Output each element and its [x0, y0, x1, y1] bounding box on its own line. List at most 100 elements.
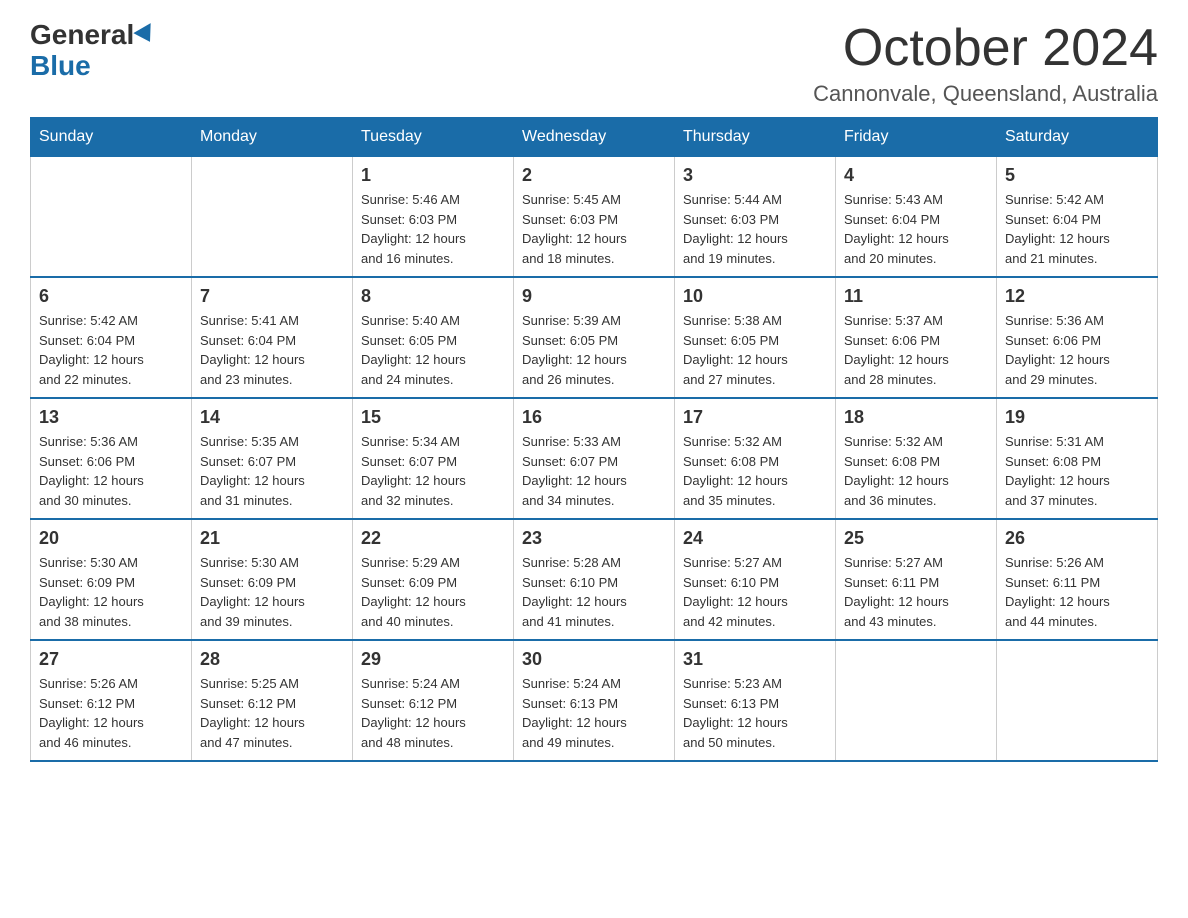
header-tuesday: Tuesday	[353, 118, 514, 157]
day-info: Sunrise: 5:39 AM Sunset: 6:05 PM Dayligh…	[522, 311, 666, 389]
day-info: Sunrise: 5:25 AM Sunset: 6:12 PM Dayligh…	[200, 674, 344, 752]
day-info: Sunrise: 5:44 AM Sunset: 6:03 PM Dayligh…	[683, 190, 827, 268]
day-info: Sunrise: 5:31 AM Sunset: 6:08 PM Dayligh…	[1005, 432, 1149, 510]
day-info: Sunrise: 5:36 AM Sunset: 6:06 PM Dayligh…	[1005, 311, 1149, 389]
week-row-3: 13Sunrise: 5:36 AM Sunset: 6:06 PM Dayli…	[31, 398, 1158, 519]
header-saturday: Saturday	[997, 118, 1158, 157]
day-info: Sunrise: 5:46 AM Sunset: 6:03 PM Dayligh…	[361, 190, 505, 268]
week-row-1: 1 Sunrise: 5:46 AM Sunset: 6:03 PM Daylig…	[31, 157, 1158, 278]
day-info: Sunrise: 5:29 AM Sunset: 6:09 PM Dayligh…	[361, 553, 505, 631]
day-info: Sunrise: 5:32 AM Sunset: 6:08 PM Dayligh…	[683, 432, 827, 510]
day-info: Sunrise: 5:26 AM Sunset: 6:11 PM Dayligh…	[1005, 553, 1149, 631]
calendar-cell: 27 Sunrise: 5:26 AM Sunset: 6:12 PM Dayli…	[31, 640, 192, 761]
day-number: 31	[683, 649, 827, 670]
day-number: 29	[361, 649, 505, 670]
calendar-cell: 8 Sunrise: 5:40 AM Sunset: 6:05 PM Daylig…	[353, 277, 514, 398]
calendar-cell: 29Sunrise: 5:24 AM Sunset: 6:12 PM Dayli…	[353, 640, 514, 761]
day-info: Sunrise: 5:37 AM Sunset: 6:06 PM Dayligh…	[844, 311, 988, 389]
day-number: 15	[361, 407, 505, 428]
day-number: 5	[1005, 165, 1149, 186]
day-info: Sunrise: 5:34 AM Sunset: 6:07 PM Dayligh…	[361, 432, 505, 510]
calendar-cell: 22 Sunrise: 5:29 AM Sunset: 6:09 PM Dayli…	[353, 519, 514, 640]
day-number: 30	[522, 649, 666, 670]
day-info: Sunrise: 5:27 AM Sunset: 6:11 PM Dayligh…	[844, 553, 988, 631]
location-text: Cannonvale, Queensland, Australia	[813, 81, 1158, 107]
calendar-cell: 4 Sunrise: 5:43 AM Sunset: 6:04 PM Daylig…	[836, 157, 997, 278]
header-row: SundayMondayTuesdayWednesdayThursdayFrid…	[31, 118, 1158, 157]
calendar-cell: 26 Sunrise: 5:26 AM Sunset: 6:11 PM Dayli…	[997, 519, 1158, 640]
logo-general-text: General	[30, 20, 134, 51]
day-number: 19	[1005, 407, 1149, 428]
day-info: Sunrise: 5:30 AM Sunset: 6:09 PM Dayligh…	[200, 553, 344, 631]
day-info: Sunrise: 5:32 AM Sunset: 6:08 PM Dayligh…	[844, 432, 988, 510]
day-info: Sunrise: 5:40 AM Sunset: 6:05 PM Dayligh…	[361, 311, 505, 389]
calendar-cell	[192, 157, 353, 278]
day-number: 20	[39, 528, 183, 549]
day-number: 22	[361, 528, 505, 549]
day-number: 6	[39, 286, 183, 307]
calendar-cell: 28Sunrise: 5:25 AM Sunset: 6:12 PM Dayli…	[192, 640, 353, 761]
logo: General Blue	[30, 20, 156, 82]
calendar-header: SundayMondayTuesdayWednesdayThursdayFrid…	[31, 118, 1158, 157]
calendar-cell: 2Sunrise: 5:45 AM Sunset: 6:03 PM Daylig…	[514, 157, 675, 278]
calendar-cell	[836, 640, 997, 761]
week-row-5: 27 Sunrise: 5:26 AM Sunset: 6:12 PM Dayli…	[31, 640, 1158, 761]
calendar-cell: 20 Sunrise: 5:30 AM Sunset: 6:09 PM Dayli…	[31, 519, 192, 640]
header-friday: Friday	[836, 118, 997, 157]
calendar-cell: 10Sunrise: 5:38 AM Sunset: 6:05 PM Dayli…	[675, 277, 836, 398]
day-number: 1	[361, 165, 505, 186]
day-number: 27	[39, 649, 183, 670]
calendar-cell: 9 Sunrise: 5:39 AM Sunset: 6:05 PM Daylig…	[514, 277, 675, 398]
page-header: General Blue October 2024 Cannonvale, Qu…	[30, 20, 1158, 107]
calendar-cell: 6 Sunrise: 5:42 AM Sunset: 6:04 PM Daylig…	[31, 277, 192, 398]
day-number: 2	[522, 165, 666, 186]
day-info: Sunrise: 5:41 AM Sunset: 6:04 PM Dayligh…	[200, 311, 344, 389]
header-sunday: Sunday	[31, 118, 192, 157]
day-number: 14	[200, 407, 344, 428]
day-info: Sunrise: 5:28 AM Sunset: 6:10 PM Dayligh…	[522, 553, 666, 631]
day-info: Sunrise: 5:35 AM Sunset: 6:07 PM Dayligh…	[200, 432, 344, 510]
calendar-cell: 16Sunrise: 5:33 AM Sunset: 6:07 PM Dayli…	[514, 398, 675, 519]
calendar-cell: 13Sunrise: 5:36 AM Sunset: 6:06 PM Dayli…	[31, 398, 192, 519]
calendar-cell: 7 Sunrise: 5:41 AM Sunset: 6:04 PM Daylig…	[192, 277, 353, 398]
day-number: 25	[844, 528, 988, 549]
day-info: Sunrise: 5:24 AM Sunset: 6:13 PM Dayligh…	[522, 674, 666, 752]
calendar-cell	[997, 640, 1158, 761]
day-info: Sunrise: 5:42 AM Sunset: 6:04 PM Dayligh…	[1005, 190, 1149, 268]
calendar-cell: 1 Sunrise: 5:46 AM Sunset: 6:03 PM Daylig…	[353, 157, 514, 278]
day-number: 7	[200, 286, 344, 307]
day-number: 11	[844, 286, 988, 307]
day-info: Sunrise: 5:36 AM Sunset: 6:06 PM Dayligh…	[39, 432, 183, 510]
calendar-cell: 21 Sunrise: 5:30 AM Sunset: 6:09 PM Dayli…	[192, 519, 353, 640]
week-row-2: 6 Sunrise: 5:42 AM Sunset: 6:04 PM Daylig…	[31, 277, 1158, 398]
header-thursday: Thursday	[675, 118, 836, 157]
day-number: 23	[522, 528, 666, 549]
calendar-cell: 17 Sunrise: 5:32 AM Sunset: 6:08 PM Dayli…	[675, 398, 836, 519]
title-area: October 2024 Cannonvale, Queensland, Aus…	[813, 20, 1158, 107]
calendar-cell: 12Sunrise: 5:36 AM Sunset: 6:06 PM Dayli…	[997, 277, 1158, 398]
calendar-cell: 11 Sunrise: 5:37 AM Sunset: 6:06 PM Dayli…	[836, 277, 997, 398]
calendar-cell: 14 Sunrise: 5:35 AM Sunset: 6:07 PM Dayli…	[192, 398, 353, 519]
day-number: 17	[683, 407, 827, 428]
calendar-cell: 31 Sunrise: 5:23 AM Sunset: 6:13 PM Dayli…	[675, 640, 836, 761]
day-info: Sunrise: 5:42 AM Sunset: 6:04 PM Dayligh…	[39, 311, 183, 389]
day-number: 24	[683, 528, 827, 549]
calendar-cell: 5 Sunrise: 5:42 AM Sunset: 6:04 PM Daylig…	[997, 157, 1158, 278]
day-info: Sunrise: 5:30 AM Sunset: 6:09 PM Dayligh…	[39, 553, 183, 631]
day-number: 3	[683, 165, 827, 186]
day-number: 8	[361, 286, 505, 307]
day-info: Sunrise: 5:26 AM Sunset: 6:12 PM Dayligh…	[39, 674, 183, 752]
logo-blue-text: Blue	[30, 51, 91, 82]
day-number: 4	[844, 165, 988, 186]
day-info: Sunrise: 5:43 AM Sunset: 6:04 PM Dayligh…	[844, 190, 988, 268]
day-info: Sunrise: 5:23 AM Sunset: 6:13 PM Dayligh…	[683, 674, 827, 752]
calendar-cell: 23 Sunrise: 5:28 AM Sunset: 6:10 PM Dayli…	[514, 519, 675, 640]
day-info: Sunrise: 5:27 AM Sunset: 6:10 PM Dayligh…	[683, 553, 827, 631]
day-number: 18	[844, 407, 988, 428]
day-number: 21	[200, 528, 344, 549]
header-monday: Monday	[192, 118, 353, 157]
calendar-table: SundayMondayTuesdayWednesdayThursdayFrid…	[30, 117, 1158, 762]
day-number: 26	[1005, 528, 1149, 549]
day-number: 10	[683, 286, 827, 307]
day-number: 9	[522, 286, 666, 307]
